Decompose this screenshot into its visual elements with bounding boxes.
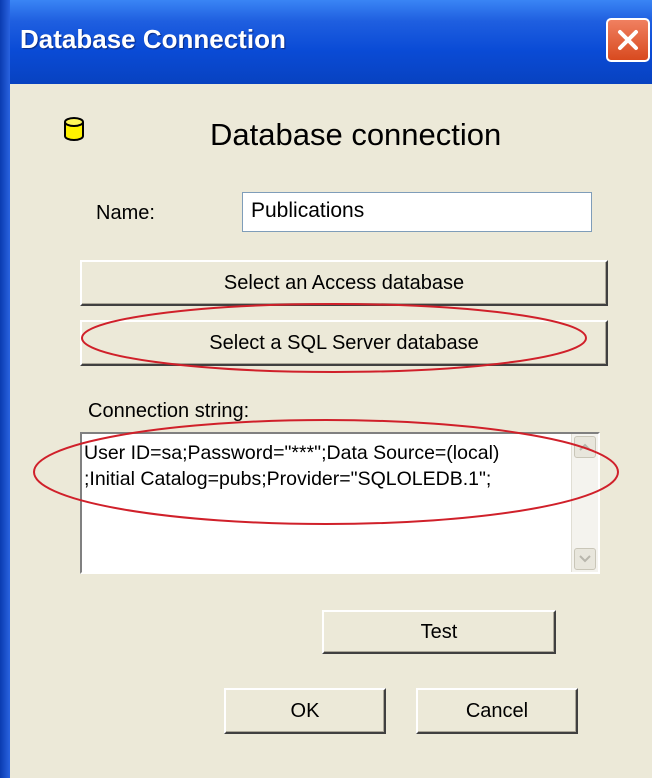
database-icon <box>64 117 84 141</box>
test-button[interactable]: Test <box>322 610 556 654</box>
connection-string-text: User ID=sa;Password="***";Data Source=(l… <box>84 442 500 490</box>
connection-string-label: Connection string: <box>88 400 250 422</box>
scroll-up-button[interactable] <box>574 436 596 458</box>
database-connection-window: Database Connection Database connection … <box>0 0 652 778</box>
name-label: Name: <box>96 202 155 224</box>
select-access-database-button[interactable]: Select an Access database <box>80 260 608 306</box>
window-title: Database Connection <box>20 24 286 54</box>
window-left-border <box>0 0 10 778</box>
close-icon <box>618 30 638 50</box>
name-field[interactable]: Publications <box>242 192 592 232</box>
page-title: Database connection <box>210 117 502 152</box>
chevron-down-icon <box>579 555 591 563</box>
scroll-down-button[interactable] <box>574 548 596 570</box>
select-sql-server-database-button[interactable]: Select a SQL Server database <box>80 320 608 366</box>
close-button[interactable] <box>606 18 650 62</box>
title-bar[interactable]: Database Connection <box>0 0 652 84</box>
ok-button[interactable]: OK <box>224 688 386 734</box>
dialog-content: Database connection Name: Publications S… <box>10 84 652 778</box>
connection-string-field[interactable]: User ID=sa;Password="***";Data Source=(l… <box>80 432 600 574</box>
chevron-up-icon <box>579 443 591 451</box>
scrollbar[interactable] <box>571 434 598 572</box>
cancel-button[interactable]: Cancel <box>416 688 578 734</box>
